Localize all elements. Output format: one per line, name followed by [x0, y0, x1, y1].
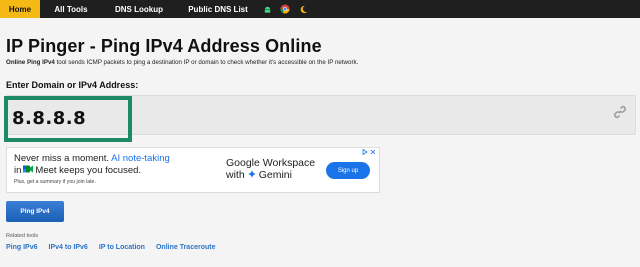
ad-headline: Never miss a moment. AI note-taking: [14, 153, 170, 164]
related-link-online-traceroute[interactable]: Online Traceroute: [156, 244, 216, 251]
ad-subline-b: Meet keeps you focused.: [35, 165, 142, 176]
link-icon[interactable]: [612, 104, 628, 120]
nav-public-dns-list[interactable]: Public DNS List: [176, 0, 260, 18]
related-tools-links: Ping IPv6 IPv4 to IPv6 IP to Location On…: [6, 244, 216, 251]
ad-brand: Google Workspace with Gemini: [226, 157, 315, 181]
nav-all-tools[interactable]: All Tools: [40, 0, 102, 18]
adchoices-icon[interactable]: [362, 148, 376, 155]
related-link-ping-ipv6[interactable]: Ping IPv6: [6, 244, 38, 251]
nav-home[interactable]: Home: [0, 0, 40, 18]
related-tools-title: Related tools: [6, 233, 39, 239]
input-label: Enter Domain or IPv4 Address:: [6, 80, 139, 90]
ad-subline: in Meet keeps you focused.: [14, 165, 141, 176]
android-icon[interactable]: [260, 0, 274, 18]
ping-ipv4-button[interactable]: Ping IPv4: [6, 201, 64, 222]
related-link-ipv4-to-ipv6[interactable]: IPv4 to IPv6: [49, 244, 88, 251]
page-description: Online Ping IPv4 tool sends ICMP packets…: [6, 59, 358, 66]
input-value[interactable]: 8.8.8.8: [12, 108, 86, 129]
meet-icon: [23, 165, 34, 176]
gemini-icon: [247, 169, 256, 181]
ad-brand-name: Google Workspace: [226, 157, 316, 169]
nav-dns-lookup[interactable]: DNS Lookup: [102, 0, 176, 18]
description-text: tool sends ICMP packets to ping a destin…: [54, 59, 359, 66]
ad-signup-button[interactable]: Sign up: [326, 162, 370, 179]
top-nav: Home All Tools DNS Lookup Public DNS Lis…: [0, 0, 640, 18]
ad-headline-b: AI note-taking: [109, 153, 170, 164]
moon-icon[interactable]: [296, 0, 310, 18]
ad-footnote: Plus, get a summary if you join late.: [14, 179, 96, 185]
ad-subline-a: in: [14, 165, 22, 176]
related-link-ip-to-location[interactable]: IP to Location: [99, 244, 145, 251]
ad-brand-row2: with Gemini: [226, 169, 315, 181]
ad-headline-a: Never miss a moment.: [14, 153, 110, 164]
chrome-icon[interactable]: [278, 0, 292, 18]
description-bold: Online Ping IPv4: [6, 59, 55, 66]
page-title: IP Pinger - Ping IPv4 Address Online: [6, 36, 322, 56]
ad-brand-gemini: Gemini: [258, 169, 292, 181]
ad-brand-with: with: [226, 169, 245, 181]
